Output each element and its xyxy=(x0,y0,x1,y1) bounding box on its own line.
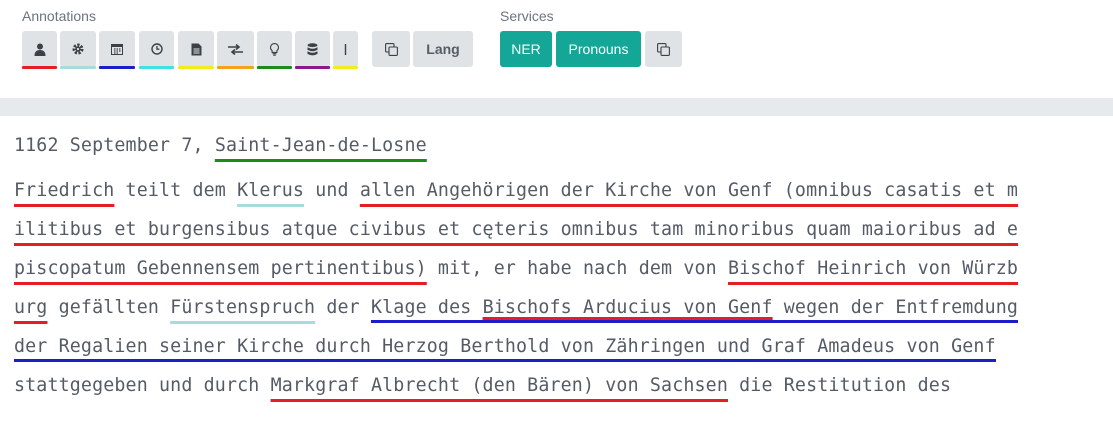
person-annotation[interactable]: ilitibus et burgensibus atque civibus et… xyxy=(14,219,1018,240)
gear-icon xyxy=(72,43,84,55)
organisation-annotation[interactable]: Klerus xyxy=(237,180,304,201)
lightbulb-icon xyxy=(270,42,279,56)
plain-text: gefällten xyxy=(47,297,171,318)
person-annotation[interactable]: Markgraf Albrecht (den Bären) von Sachse… xyxy=(271,375,728,396)
plain-text: der xyxy=(315,297,371,318)
plain-text: die Restitution des xyxy=(728,375,952,396)
annotations-group-label: Annotations xyxy=(22,8,96,24)
person-annotation[interactable]: Bischof Heinrich von Würzb xyxy=(728,258,1018,279)
time-color-bar xyxy=(139,66,174,69)
text-line: ilitibus et burgensibus atque civibus et… xyxy=(14,214,1104,253)
copy-icon xyxy=(384,42,398,56)
person-annotation[interactable]: Bischofs Arducius von Genf xyxy=(483,297,773,318)
person-color-bar xyxy=(22,66,57,69)
date-color-bar xyxy=(99,66,135,69)
text-line: stattgegeben und durch Markgraf Albrecht… xyxy=(14,370,1104,409)
plain-text: mit, er habe nach dem von xyxy=(426,258,728,279)
database-color-bar xyxy=(295,66,330,69)
person-annotation[interactable]: piscopatum Gebennensem pertinentibus) xyxy=(14,258,427,279)
text-line: der Regalien seiner Kirche durch Herzog … xyxy=(14,331,1104,370)
work-color-bar xyxy=(178,66,214,69)
pronouns-button-label: Pronouns xyxy=(568,41,629,57)
plain-text: und xyxy=(304,180,360,201)
organisation-color-bar xyxy=(60,66,96,69)
date-annotation[interactable]: Klage des Bischofs Arducius von Genf weg… xyxy=(371,297,1019,323)
annotate-person-button[interactable] xyxy=(22,31,57,69)
person-annotation[interactable]: Friedrich xyxy=(14,180,114,201)
database-icon xyxy=(307,42,318,56)
plain-text: stattgegeben und durch xyxy=(14,375,271,396)
ner-button[interactable]: NER xyxy=(500,31,552,67)
pipe-icon xyxy=(344,43,347,55)
plain-text: Klage des xyxy=(371,297,483,318)
annotate-abbreviation-button[interactable] xyxy=(333,31,358,69)
calendar-icon xyxy=(111,43,123,55)
text-line: Friedrich teilt dem Klerus und allen Ang… xyxy=(14,175,1104,214)
clock-icon xyxy=(150,43,163,55)
annotation-toolbar: Annotations Lang Services NER Pronouns xyxy=(0,0,1113,98)
exchange-icon xyxy=(228,43,243,55)
toolbar-divider xyxy=(0,98,1113,116)
copy-icon xyxy=(657,42,670,56)
ner-button-label: NER xyxy=(511,41,541,57)
lang-button-label: Lang xyxy=(426,41,460,57)
relation-color-bar xyxy=(217,66,254,69)
text-line: urg gefällten Fürstenspruch der Klage de… xyxy=(14,292,1104,331)
document-icon xyxy=(191,43,202,56)
pronouns-button[interactable]: Pronouns xyxy=(556,31,641,67)
date-place-line: 1162 September 7, Saint-Jean-de-Losne xyxy=(14,130,1104,175)
abbreviation-color-bar xyxy=(333,66,358,69)
place-annotation[interactable]: Saint-Jean-de-Losne xyxy=(215,135,427,156)
date-text: 1162 September 7, xyxy=(14,135,215,156)
annotate-organisation-button[interactable] xyxy=(60,31,96,69)
services-group-label: Services xyxy=(500,8,554,24)
person-icon xyxy=(34,43,46,56)
plain-text: teilt dem xyxy=(114,180,238,201)
annotate-work-button[interactable] xyxy=(178,31,214,69)
copy-annotations-button[interactable] xyxy=(372,31,410,67)
annotate-database-button[interactable] xyxy=(295,31,330,69)
annotate-time-button[interactable] xyxy=(139,31,174,69)
document-text: 1162 September 7, Saint-Jean-de-Losne Fr… xyxy=(14,130,1104,409)
text-line: piscopatum Gebennensem pertinentibus) mi… xyxy=(14,253,1104,292)
annotate-relation-button[interactable] xyxy=(217,31,254,69)
copy-services-button[interactable] xyxy=(645,31,682,67)
plain-text: wegen der Entfremdung xyxy=(772,297,1019,318)
person-annotation[interactable]: allen Angehörigen der Kirche von Genf (o… xyxy=(360,180,1018,201)
annotate-concept-button[interactable] xyxy=(257,31,292,69)
concept-color-bar xyxy=(257,66,292,69)
date-annotation[interactable]: der Regalien seiner Kirche durch Herzog … xyxy=(14,336,996,362)
lang-button[interactable]: Lang xyxy=(413,31,473,67)
annotate-date-button[interactable] xyxy=(99,31,135,69)
person-annotation[interactable]: urg xyxy=(14,297,47,318)
organisation-annotation[interactable]: Fürstenspruch xyxy=(170,297,315,318)
